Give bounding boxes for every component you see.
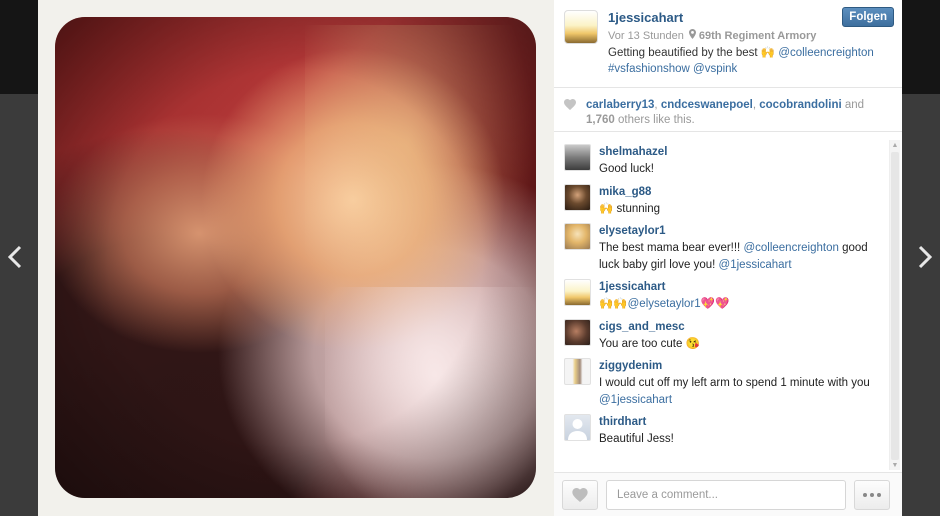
- likes-summary: carlaberry13, cndceswanepoel, cocobrando…: [554, 88, 902, 132]
- list-item: 1jessicahart 🙌🙌@elysetaylor1💖💖: [564, 279, 888, 313]
- comment-text: Beautiful Jess!: [599, 433, 674, 445]
- comment-mention[interactable]: @1jessicahart: [599, 394, 672, 406]
- list-item: elysetaylor1 The best mama bear ever!!! …: [564, 223, 888, 273]
- comment-input[interactable]: [606, 479, 846, 510]
- comment-username[interactable]: elysetaylor1: [599, 223, 888, 240]
- comment-footer: [554, 472, 902, 516]
- list-item: ziggydenim I would cut off my left arm t…: [564, 358, 888, 408]
- likes-count[interactable]: 1,760: [586, 114, 615, 126]
- post-caption: Getting beautified by the best 🙌 @collee…: [608, 47, 874, 75]
- liker-link[interactable]: cocobrandolini: [759, 99, 841, 111]
- comment-text: You are too cute 😘: [599, 337, 700, 350]
- more-options-button[interactable]: [854, 479, 890, 510]
- caption-mention-2[interactable]: @vspink: [693, 63, 737, 75]
- comment-username[interactable]: 1jessicahart: [599, 279, 888, 296]
- comment-text: 🙌 stunning: [599, 202, 660, 215]
- location-pin-icon: [688, 27, 696, 45]
- comment-username[interactable]: cigs_and_mesc: [599, 319, 888, 336]
- liker-link[interactable]: cndceswanepoel: [661, 99, 753, 111]
- comment-username[interactable]: shelmahazel: [599, 144, 888, 161]
- comment-username[interactable]: mika_g88: [599, 184, 888, 201]
- caption-mention[interactable]: @colleencreighton: [778, 47, 873, 59]
- scroll-up-icon[interactable]: ▲: [890, 140, 900, 150]
- comment-text: 🙌🙌@elysetaylor1💖💖: [599, 298, 730, 310]
- heart-icon: [564, 98, 578, 131]
- scrollbar-thumb[interactable]: [891, 152, 899, 460]
- post-location[interactable]: 69th Regiment Armory: [699, 27, 817, 45]
- comments-scrollbar[interactable]: ▲ ▼: [889, 140, 900, 470]
- avatar[interactable]: [564, 358, 591, 385]
- post-header: 1jessicahart Vor 13 Stunden 69th Regimen…: [554, 0, 902, 88]
- default-avatar-icon: [568, 419, 587, 440]
- comment-text: Good luck!: [599, 163, 654, 175]
- caption-hashtag[interactable]: #vsfashionshow: [608, 63, 690, 75]
- comment-text: The best mama bear ever!!! @colleencreig…: [599, 242, 868, 271]
- next-photo-button[interactable]: [910, 240, 940, 274]
- scroll-down-icon[interactable]: ▼: [890, 460, 900, 470]
- heart-icon: [572, 487, 588, 502]
- comment-mention[interactable]: @colleencreighton: [743, 242, 838, 254]
- photo-frame: [38, 0, 554, 516]
- follow-button[interactable]: Folgen: [842, 7, 894, 27]
- comment-mention[interactable]: 🙌🙌@elysetaylor1: [599, 298, 701, 310]
- comment-username[interactable]: thirdhart: [599, 414, 888, 431]
- avatar[interactable]: [564, 279, 591, 306]
- post-time: Vor 13 Stunden: [608, 30, 684, 42]
- comment-mention[interactable]: @1jessicahart: [719, 259, 792, 271]
- avatar[interactable]: [564, 318, 591, 346]
- comment-username[interactable]: ziggydenim: [599, 358, 888, 375]
- chevron-left-icon: [8, 245, 22, 269]
- previous-photo-button[interactable]: [0, 240, 30, 274]
- photo-modal: 1jessicahart Vor 13 Stunden 69th Regimen…: [38, 0, 902, 516]
- list-item: shelmahazel Good luck!: [564, 144, 888, 178]
- post-photo[interactable]: [55, 17, 536, 498]
- avatar[interactable]: [564, 183, 591, 211]
- liker-link[interactable]: carlaberry13: [586, 99, 654, 111]
- avatar[interactable]: [564, 144, 591, 171]
- list-item: thirdhart Beautiful Jess!: [564, 414, 888, 448]
- like-button[interactable]: [562, 479, 598, 510]
- post-meta: Vor 13 Stunden 69th Regiment Armory: [608, 27, 894, 45]
- avatar[interactable]: [564, 414, 591, 441]
- list-item: cigs_and_mesc You are too cute 😘: [564, 318, 888, 353]
- avatar[interactable]: [564, 10, 598, 44]
- comment-text: I would cut off my left arm to spend 1 m…: [599, 377, 870, 406]
- post-sidebar: 1jessicahart Vor 13 Stunden 69th Regimen…: [554, 0, 902, 516]
- avatar[interactable]: [564, 223, 591, 250]
- list-item: mika_g88 🙌 stunning: [564, 183, 888, 218]
- chevron-right-icon: [918, 245, 932, 269]
- comments-list: shelmahazel Good luck! mika_g88 🙌 stunni…: [554, 136, 902, 472]
